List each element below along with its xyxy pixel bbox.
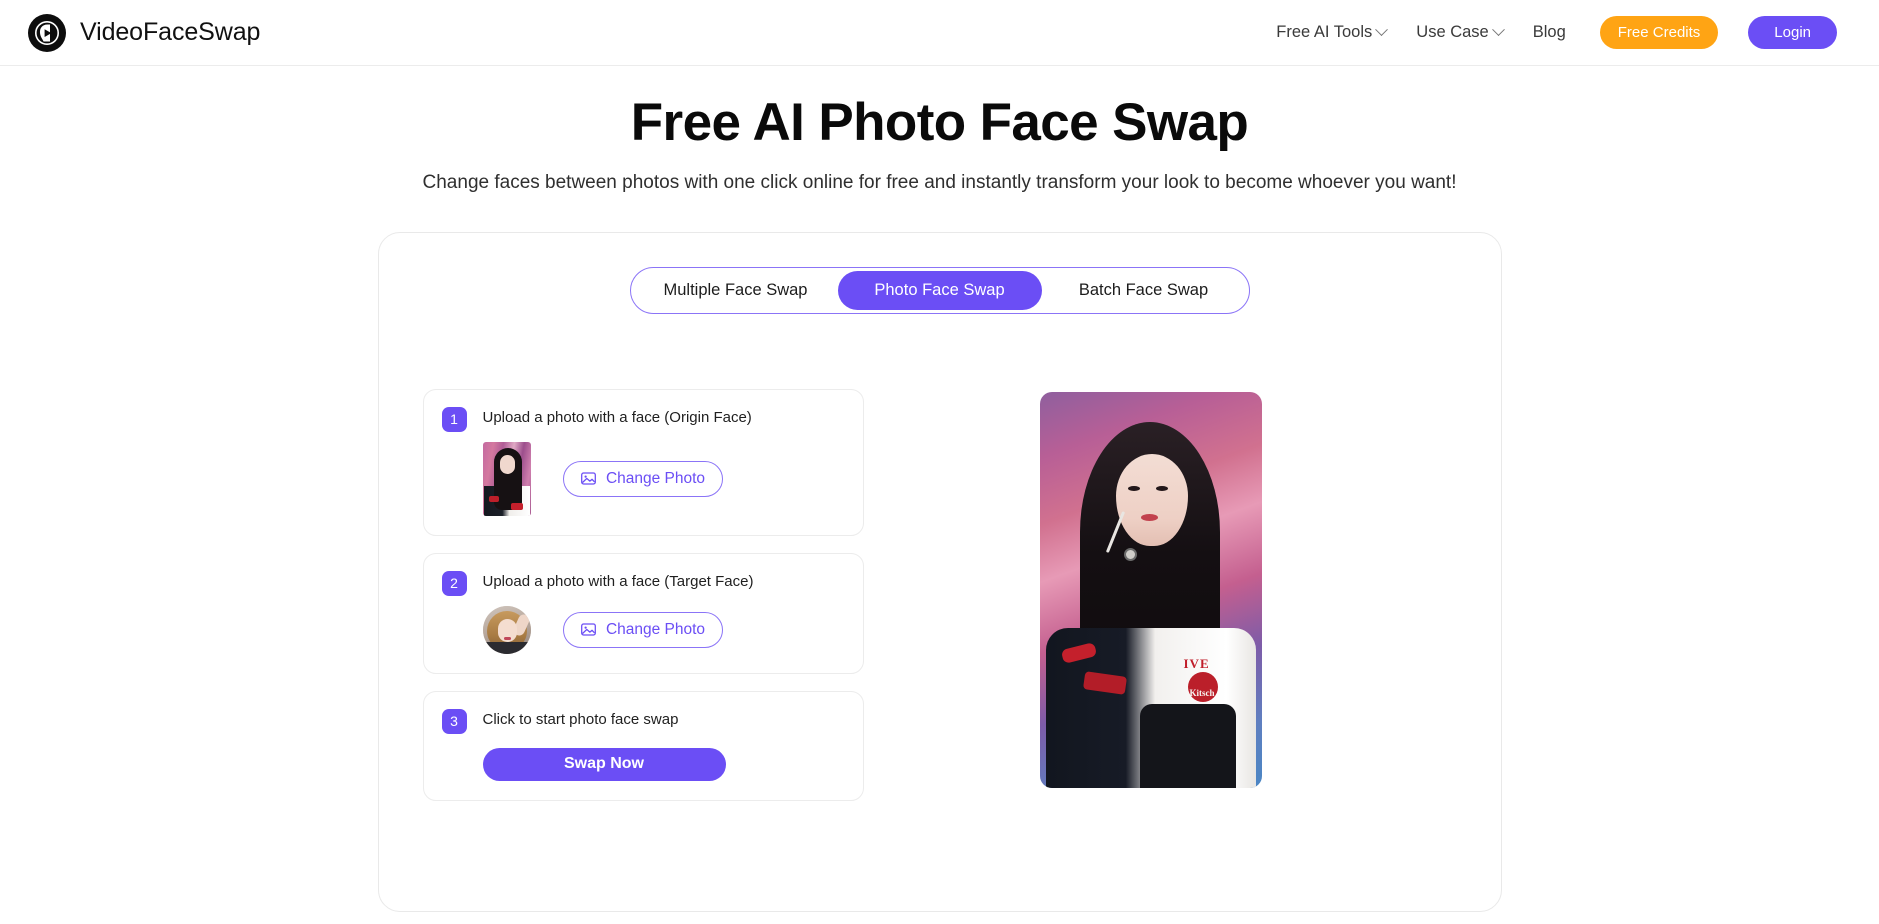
jacket-text-primary: IVE xyxy=(1183,655,1210,671)
face-swap-panel: Multiple Face Swap Photo Face Swap Batch… xyxy=(377,231,1502,912)
hero-section: Free AI Photo Face Swap Change faces bet… xyxy=(0,66,1879,194)
preview-column: IVE Kitsch xyxy=(1039,389,1262,801)
site-header: VideoFaceSwap Free AI Tools Use Case Blo… xyxy=(0,0,1879,66)
tab-multiple-face-swap[interactable]: Multiple Face Swap xyxy=(634,271,838,310)
step-card-swap: 3 Click to start photo face swap Swap No… xyxy=(422,690,864,801)
step-number-badge: 1 xyxy=(441,406,467,432)
step-label: Upload a photo with a face (Origin Face) xyxy=(482,408,752,426)
nav-item-blog[interactable]: Blog xyxy=(1533,23,1566,42)
brand-logo-link[interactable]: VideoFaceSwap xyxy=(28,13,261,52)
work-area: 1 Upload a photo with a face (Origin Fac… xyxy=(379,314,1501,801)
change-photo-label: Change Photo xyxy=(605,620,706,638)
step-label: Upload a photo with a face (Target Face) xyxy=(482,572,754,590)
step-label: Click to start photo face swap xyxy=(482,710,679,728)
step-header: 1 Upload a photo with a face (Origin Fac… xyxy=(441,406,845,432)
step-card-origin-face: 1 Upload a photo with a face (Origin Fac… xyxy=(422,388,864,536)
jacket-text-secondary: Kitsch xyxy=(1189,687,1215,698)
step-number-badge: 3 xyxy=(441,708,467,734)
chevron-down-icon xyxy=(1375,23,1389,37)
step-header: 3 Click to start photo face swap xyxy=(441,708,845,734)
brand-name: VideoFaceSwap xyxy=(80,18,261,46)
step-header: 2 Upload a photo with a face (Target Fac… xyxy=(441,570,845,596)
image-icon xyxy=(581,623,596,637)
step-body: Change Photo xyxy=(442,605,845,654)
nav-item-free-ai-tools[interactable]: Free AI Tools xyxy=(1276,23,1389,42)
page-subtitle: Change faces between photos with one cli… xyxy=(422,171,1457,193)
nav-label: Use Case xyxy=(1416,23,1489,41)
login-button[interactable]: Login xyxy=(1748,16,1837,49)
change-photo-button-origin[interactable]: Change Photo xyxy=(562,460,723,497)
origin-face-thumbnail[interactable] xyxy=(482,441,531,516)
steps-column: 1 Upload a photo with a face (Origin Fac… xyxy=(422,388,864,801)
nav-label: Free AI Tools xyxy=(1276,23,1373,41)
change-photo-label: Change Photo xyxy=(605,469,706,487)
change-photo-button-target[interactable]: Change Photo xyxy=(562,611,723,648)
main-nav: Free AI Tools Use Case Blog Free Credits… xyxy=(1276,16,1837,49)
step-body: Change Photo xyxy=(442,441,845,516)
result-preview-image[interactable]: IVE Kitsch xyxy=(1039,391,1262,788)
nav-item-use-case[interactable]: Use Case xyxy=(1416,23,1505,42)
step-card-target-face: 2 Upload a photo with a face (Target Fac… xyxy=(422,552,864,674)
free-credits-button[interactable]: Free Credits xyxy=(1599,16,1719,49)
tab-batch-face-swap[interactable]: Batch Face Swap xyxy=(1042,271,1246,310)
image-icon xyxy=(581,472,596,486)
page-title: Free AI Photo Face Swap xyxy=(630,93,1249,152)
chevron-down-icon xyxy=(1491,23,1505,37)
target-face-thumbnail[interactable] xyxy=(482,605,531,654)
step-number-badge: 2 xyxy=(441,570,467,596)
face-play-logo-icon xyxy=(28,13,66,52)
nav-label: Blog xyxy=(1532,23,1566,41)
mode-tabs: Multiple Face Swap Photo Face Swap Batch… xyxy=(629,266,1250,314)
tab-photo-face-swap[interactable]: Photo Face Swap xyxy=(837,270,1042,310)
swap-now-button[interactable]: Swap Now xyxy=(482,747,726,781)
